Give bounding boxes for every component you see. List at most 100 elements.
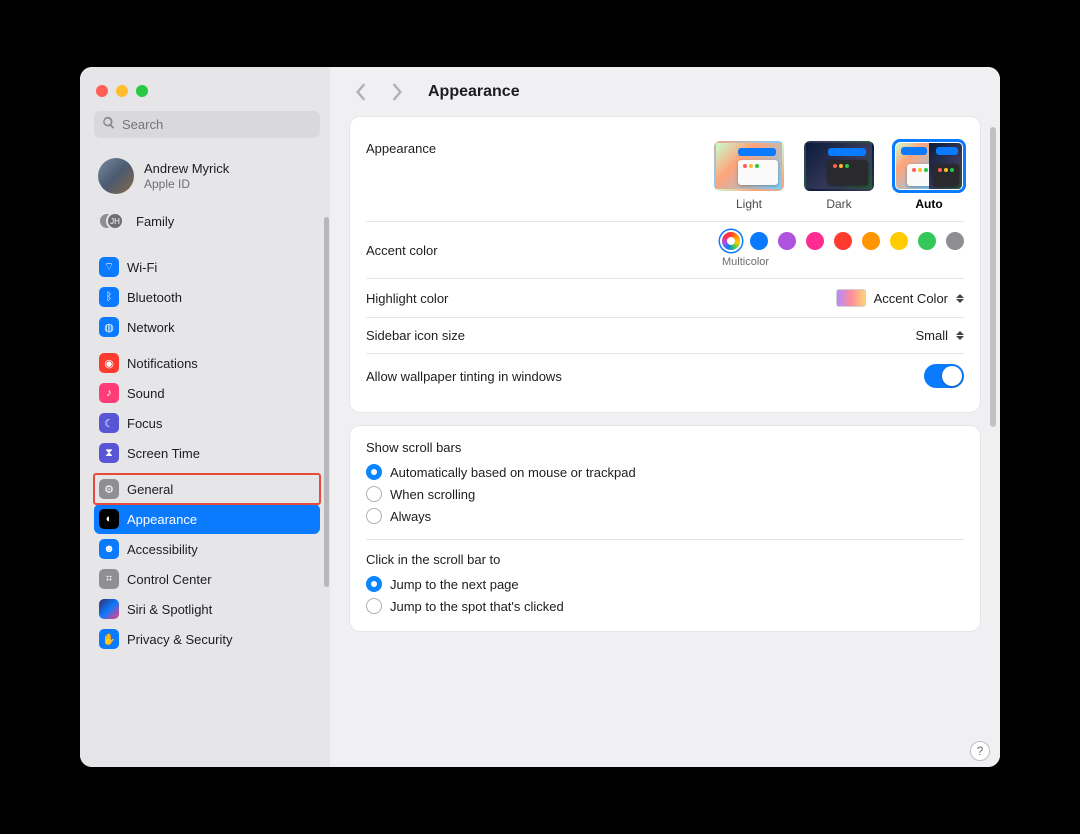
highlight-color-dropdown[interactable]: Accent Color: [836, 289, 964, 307]
sidebar-item-label: Focus: [127, 416, 162, 431]
family-icon: JH: [98, 210, 126, 232]
scrollclick-option-jump-to-spot[interactable]: Jump to the spot that's clicked: [366, 595, 964, 617]
wallpaper-tint-toggle[interactable]: [924, 364, 964, 388]
scrollbar-mode-group: Automatically based on mouse or trackpad…: [366, 461, 964, 527]
appearance-option-auto[interactable]: Auto: [894, 141, 964, 211]
row-label: Appearance: [366, 141, 436, 156]
page-title: Appearance: [428, 83, 520, 101]
accent-swatch-purple[interactable]: [778, 232, 796, 250]
scrollbar-option-when-scrolling[interactable]: When scrolling: [366, 483, 964, 505]
option-label: Jump to the next page: [390, 577, 519, 592]
option-caption: Auto: [915, 197, 942, 211]
appearance-icon: ◐: [99, 509, 119, 529]
scrollclick-group: Jump to the next page Jump to the spot t…: [366, 573, 964, 617]
option-caption: Dark: [826, 197, 851, 211]
sidebar-item-label: Control Center: [127, 572, 212, 587]
radio-icon: [366, 486, 382, 502]
sidebar-size-dropdown[interactable]: Small: [915, 328, 964, 343]
row-label: Allow wallpaper tinting in windows: [366, 369, 562, 384]
wallpaper-tint-row: Allow wallpaper tinting in windows: [366, 354, 964, 398]
back-button[interactable]: [350, 81, 372, 103]
scrollbar-option-always[interactable]: Always: [366, 505, 964, 527]
sidebar-item-screentime[interactable]: ⧗ Screen Time: [94, 438, 320, 468]
dropdown-value: Accent Color: [874, 291, 948, 306]
search-input[interactable]: [122, 117, 312, 132]
radio-icon: [366, 598, 382, 614]
sidebar-item-sound[interactable]: ♪ Sound: [94, 378, 320, 408]
accent-color-row: Accent color Multicolor: [366, 222, 964, 278]
option-label: Always: [390, 509, 431, 524]
sidebar-item-label: Notifications: [127, 356, 198, 371]
group-label: Show scroll bars: [366, 440, 964, 461]
hand-icon: ✋: [99, 629, 119, 649]
sidebar-item-control-center[interactable]: ⌗ Control Center: [94, 564, 320, 594]
content-header: Appearance: [350, 81, 980, 117]
accent-swatch-graphite[interactable]: [946, 232, 964, 250]
close-icon[interactable]: [96, 85, 108, 97]
sound-icon: ♪: [99, 383, 119, 403]
sidebar-item-label: Network: [127, 320, 175, 335]
light-thumbnail-icon: [714, 141, 784, 191]
user-subtitle: Apple ID: [144, 177, 229, 191]
sidebar-item-siri[interactable]: Siri & Spotlight: [94, 594, 320, 624]
sidebar-item-privacy[interactable]: ✋ Privacy & Security: [94, 624, 320, 654]
sidebar-item-label: Appearance: [127, 512, 197, 527]
sidebar-item-bluetooth[interactable]: ᛒ Bluetooth: [94, 282, 320, 312]
accent-swatch-yellow[interactable]: [890, 232, 908, 250]
accent-color-swatches: [722, 232, 964, 250]
sidebar-item-network[interactable]: ◍ Network: [94, 312, 320, 342]
switches-icon: ⌗: [99, 569, 119, 589]
accent-swatch-green[interactable]: [918, 232, 936, 250]
accessibility-icon: ☻: [99, 539, 119, 559]
sidebar-item-label: Sound: [127, 386, 165, 401]
sidebar-scrollbar[interactable]: [324, 217, 329, 587]
scrollclick-option-next-page[interactable]: Jump to the next page: [366, 573, 964, 595]
sidebar-item-focus[interactable]: ☾ Focus: [94, 408, 320, 438]
option-label: Automatically based on mouse or trackpad: [390, 465, 636, 480]
question-icon: ?: [977, 744, 984, 758]
accent-swatch-multicolor[interactable]: [722, 232, 740, 250]
sidebar-item-label: Screen Time: [127, 446, 200, 461]
sidebar: Andrew Myrick Apple ID JH Family ⌔ Wi-Fi…: [80, 67, 330, 767]
content-scrollbar[interactable]: [990, 127, 996, 427]
accent-swatch-blue[interactable]: [750, 232, 768, 250]
apple-id-account[interactable]: Andrew Myrick Apple ID: [94, 152, 320, 200]
dark-thumbnail-icon: [804, 141, 874, 191]
user-name: Andrew Myrick: [144, 161, 229, 177]
window-controls: [94, 81, 320, 111]
sidebar-item-accessibility[interactable]: ☻ Accessibility: [94, 534, 320, 564]
appearance-mode-row: Appearance Light Dark: [366, 131, 964, 221]
row-label: Highlight color: [366, 291, 448, 306]
accent-swatch-orange[interactable]: [862, 232, 880, 250]
appearance-card: Appearance Light Dark: [350, 117, 980, 412]
minimize-icon[interactable]: [116, 85, 128, 97]
search-field[interactable]: [94, 111, 320, 138]
option-caption: Light: [736, 197, 762, 211]
zoom-icon[interactable]: [136, 85, 148, 97]
auto-thumbnail-icon: [894, 141, 964, 191]
option-label: When scrolling: [390, 487, 475, 502]
forward-button[interactable]: [386, 81, 408, 103]
sidebar-item-family[interactable]: JH Family: [94, 204, 320, 246]
search-icon: [102, 116, 116, 133]
sidebar-item-wifi[interactable]: ⌔ Wi-Fi: [94, 252, 320, 282]
accent-swatch-pink[interactable]: [806, 232, 824, 250]
appearance-option-dark[interactable]: Dark: [804, 141, 874, 211]
sidebar-item-general[interactable]: ⚙ General: [94, 474, 320, 504]
scrollbar-option-auto[interactable]: Automatically based on mouse or trackpad: [366, 461, 964, 483]
appearance-option-light[interactable]: Light: [714, 141, 784, 211]
sidebar-item-label: Bluetooth: [127, 290, 182, 305]
siri-icon: [99, 599, 119, 619]
row-label: Sidebar icon size: [366, 328, 465, 343]
network-icon: ◍: [99, 317, 119, 337]
accent-swatch-red[interactable]: [834, 232, 852, 250]
chevron-left-icon: [355, 83, 367, 101]
help-button[interactable]: ?: [970, 741, 990, 761]
radio-icon: [366, 576, 382, 592]
moon-icon: ☾: [99, 413, 119, 433]
sidebar-item-appearance[interactable]: ◐ Appearance: [94, 504, 320, 534]
row-label: Accent color: [366, 243, 438, 258]
settings-content: Appearance Appearance Light: [330, 67, 1000, 767]
sidebar-item-notifications[interactable]: ◉ Notifications: [94, 348, 320, 378]
sidebar-icon-size-row: Sidebar icon size Small: [366, 318, 964, 353]
